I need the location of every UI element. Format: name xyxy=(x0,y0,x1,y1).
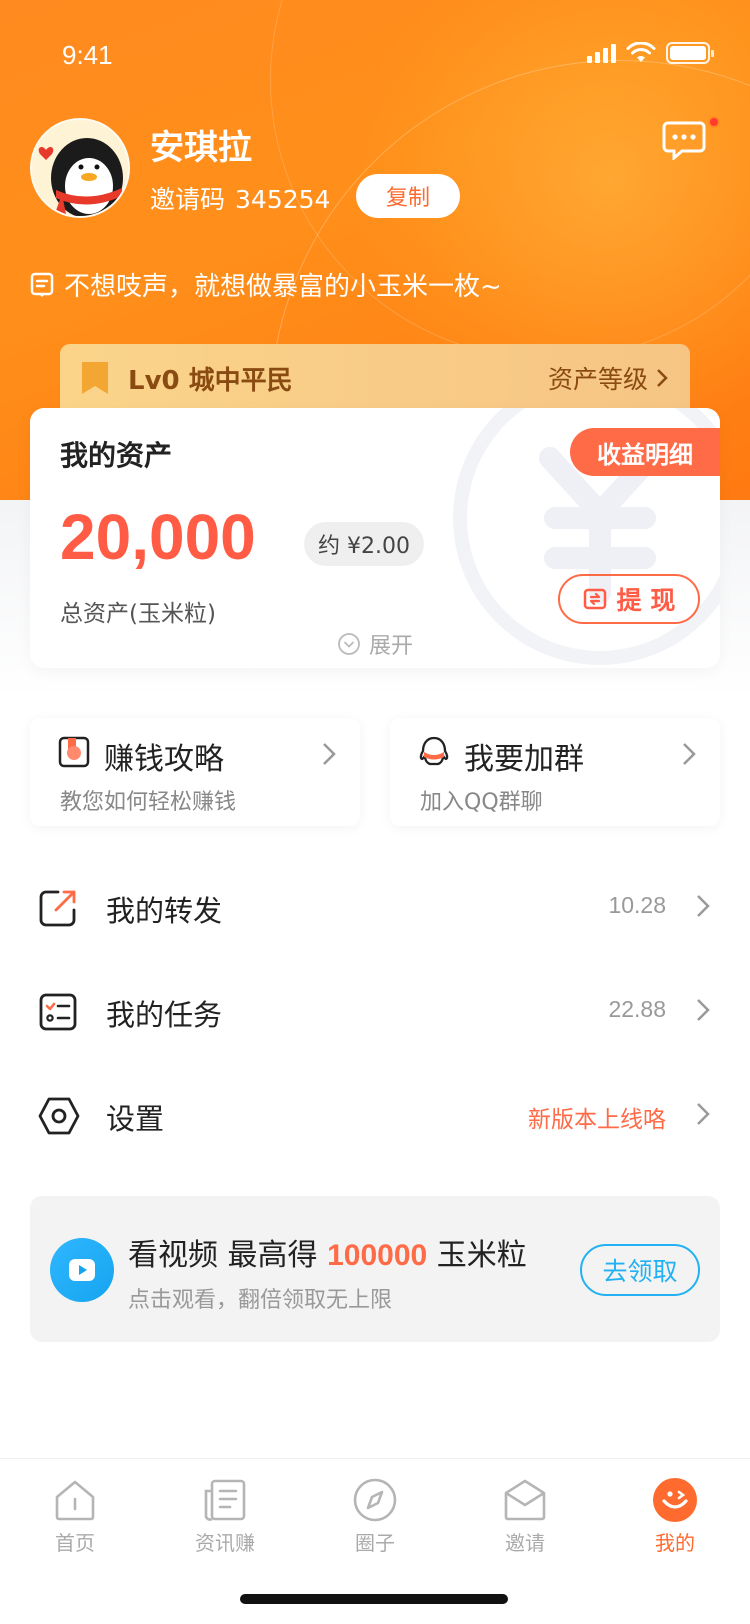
tab-label: 资讯赚 xyxy=(195,1531,255,1555)
quick-link-subtitle: 教您如何轻松赚钱 xyxy=(60,790,237,815)
tab-label: 圈子 xyxy=(355,1531,395,1555)
promo-title-prefix: 看视频 最高得 xyxy=(128,1238,318,1273)
quick-link-title: 赚钱攻略 xyxy=(104,742,224,777)
unread-dot xyxy=(708,116,720,128)
signature-text: 不想吱声，就想做暴富的小玉米一枚~ xyxy=(64,272,502,302)
invite-icon xyxy=(504,1479,546,1521)
chevron-right-icon xyxy=(697,895,710,917)
battery-icon xyxy=(666,42,714,64)
chevron-right-icon xyxy=(657,369,668,387)
asset-subtitle: 总资产(玉米粒) xyxy=(60,601,216,627)
menu-value: 22.88 xyxy=(608,996,666,1022)
asset-level-label: 资产等级 xyxy=(547,365,648,394)
invite-code-value: 345254 xyxy=(235,185,331,214)
expand-label: 展开 xyxy=(368,634,413,659)
qq-icon xyxy=(419,736,449,766)
chevron-right-icon xyxy=(683,743,696,765)
quick-link-subtitle: 加入QQ群聊 xyxy=(420,790,543,815)
avatar[interactable] xyxy=(30,118,130,218)
share-icon xyxy=(39,890,76,927)
video-promo-card[interactable]: 看视频 最高得 100000 玉米粒 点击观看，翻倍领取无上限 去领取 xyxy=(30,1196,720,1342)
signal-icon xyxy=(587,43,616,63)
invite-code-row: 邀请码 345254 xyxy=(150,180,330,216)
compass-icon xyxy=(353,1478,397,1522)
penguin-avatar-icon xyxy=(38,138,123,216)
asset-title: 我的资产 xyxy=(60,439,173,472)
expand-toggle[interactable]: 展开 xyxy=(30,628,720,660)
menu-value: 新版本上线咯 xyxy=(528,1107,666,1133)
level-bar[interactable]: Lv0 城中平民 资产等级 xyxy=(60,344,690,408)
withdraw-button[interactable]: 提 现 xyxy=(558,574,700,624)
chevron-down-circle-icon xyxy=(338,633,360,655)
quick-link-guide[interactable]: 赚钱攻略 教您如何轻松赚钱 xyxy=(30,718,360,826)
home-icon xyxy=(55,1480,95,1521)
bookmark-icon xyxy=(82,362,108,394)
asset-level-link[interactable]: 资产等级 xyxy=(548,360,668,396)
tab-news[interactable]: 资讯赚 xyxy=(150,1477,300,1556)
guide-icon xyxy=(58,736,90,768)
home-indicator xyxy=(240,1594,508,1604)
level-title: Lv0 城中平民 xyxy=(128,366,293,396)
tab-label: 我的 xyxy=(655,1531,695,1555)
tab-label: 邀请 xyxy=(505,1531,545,1555)
promo-title-suffix: 玉米粒 xyxy=(436,1238,527,1273)
signature-icon xyxy=(30,272,54,297)
news-icon xyxy=(204,1479,246,1521)
approx-value-badge: 约 ¥2.00 xyxy=(304,522,424,566)
chevron-right-icon xyxy=(697,999,710,1021)
quick-link-qq-group[interactable]: 我要加群 加入QQ群聊 xyxy=(390,718,720,826)
withdraw-icon xyxy=(583,588,606,610)
username: 安琪拉 xyxy=(150,128,252,168)
chevron-right-icon xyxy=(323,743,336,765)
promo-subtitle: 点击观看，翻倍领取无上限 xyxy=(128,1288,393,1313)
play-icon xyxy=(50,1238,114,1302)
wifi-icon xyxy=(626,42,656,62)
status-time: 9:41 xyxy=(62,40,113,70)
invite-code-label: 邀请码 xyxy=(150,185,226,214)
menu-item-settings[interactable]: 设置 新版本上线咯 xyxy=(0,1066,750,1166)
tab-label: 首页 xyxy=(55,1531,95,1555)
tab-circle[interactable]: 圈子 xyxy=(300,1477,450,1556)
task-icon xyxy=(39,993,77,1031)
signature-row: 不想吱声，就想做暴富的小玉米一枚~ xyxy=(30,266,502,303)
status-bar: 9:41 xyxy=(0,36,750,76)
asset-card: 我的资产 收益明细 20,000 约 ¥2.00 总资产(玉米粒) 提 现 展开 xyxy=(30,408,720,668)
menu-item-tasks[interactable]: 我的任务 22.88 xyxy=(0,962,750,1062)
promo-title: 看视频 最高得 100000 玉米粒 xyxy=(128,1230,527,1274)
menu-value: 10.28 xyxy=(608,892,666,918)
settings-icon xyxy=(38,1097,80,1135)
profile-icon xyxy=(653,1478,697,1522)
asset-value: 20,000 xyxy=(60,501,256,573)
promo-amount: 100000 xyxy=(327,1239,428,1272)
withdraw-label: 提 现 xyxy=(616,586,676,615)
status-icons xyxy=(587,42,714,64)
menu-label: 我的任务 xyxy=(106,998,223,1032)
claim-button[interactable]: 去领取 xyxy=(580,1244,700,1296)
tab-home[interactable]: 首页 xyxy=(0,1477,150,1556)
tab-invite[interactable]: 邀请 xyxy=(450,1477,600,1556)
menu-item-share[interactable]: 我的转发 10.28 xyxy=(0,858,750,958)
menu-label: 设置 xyxy=(106,1102,165,1136)
quick-link-title: 我要加群 xyxy=(464,742,584,777)
chevron-right-icon xyxy=(697,1103,710,1125)
copy-button[interactable]: 复制 xyxy=(356,174,460,218)
message-icon[interactable] xyxy=(662,120,706,160)
menu-label: 我的转发 xyxy=(106,894,223,928)
income-detail-button[interactable]: 收益明细 xyxy=(570,428,720,476)
tab-profile[interactable]: 我的 xyxy=(600,1477,750,1556)
